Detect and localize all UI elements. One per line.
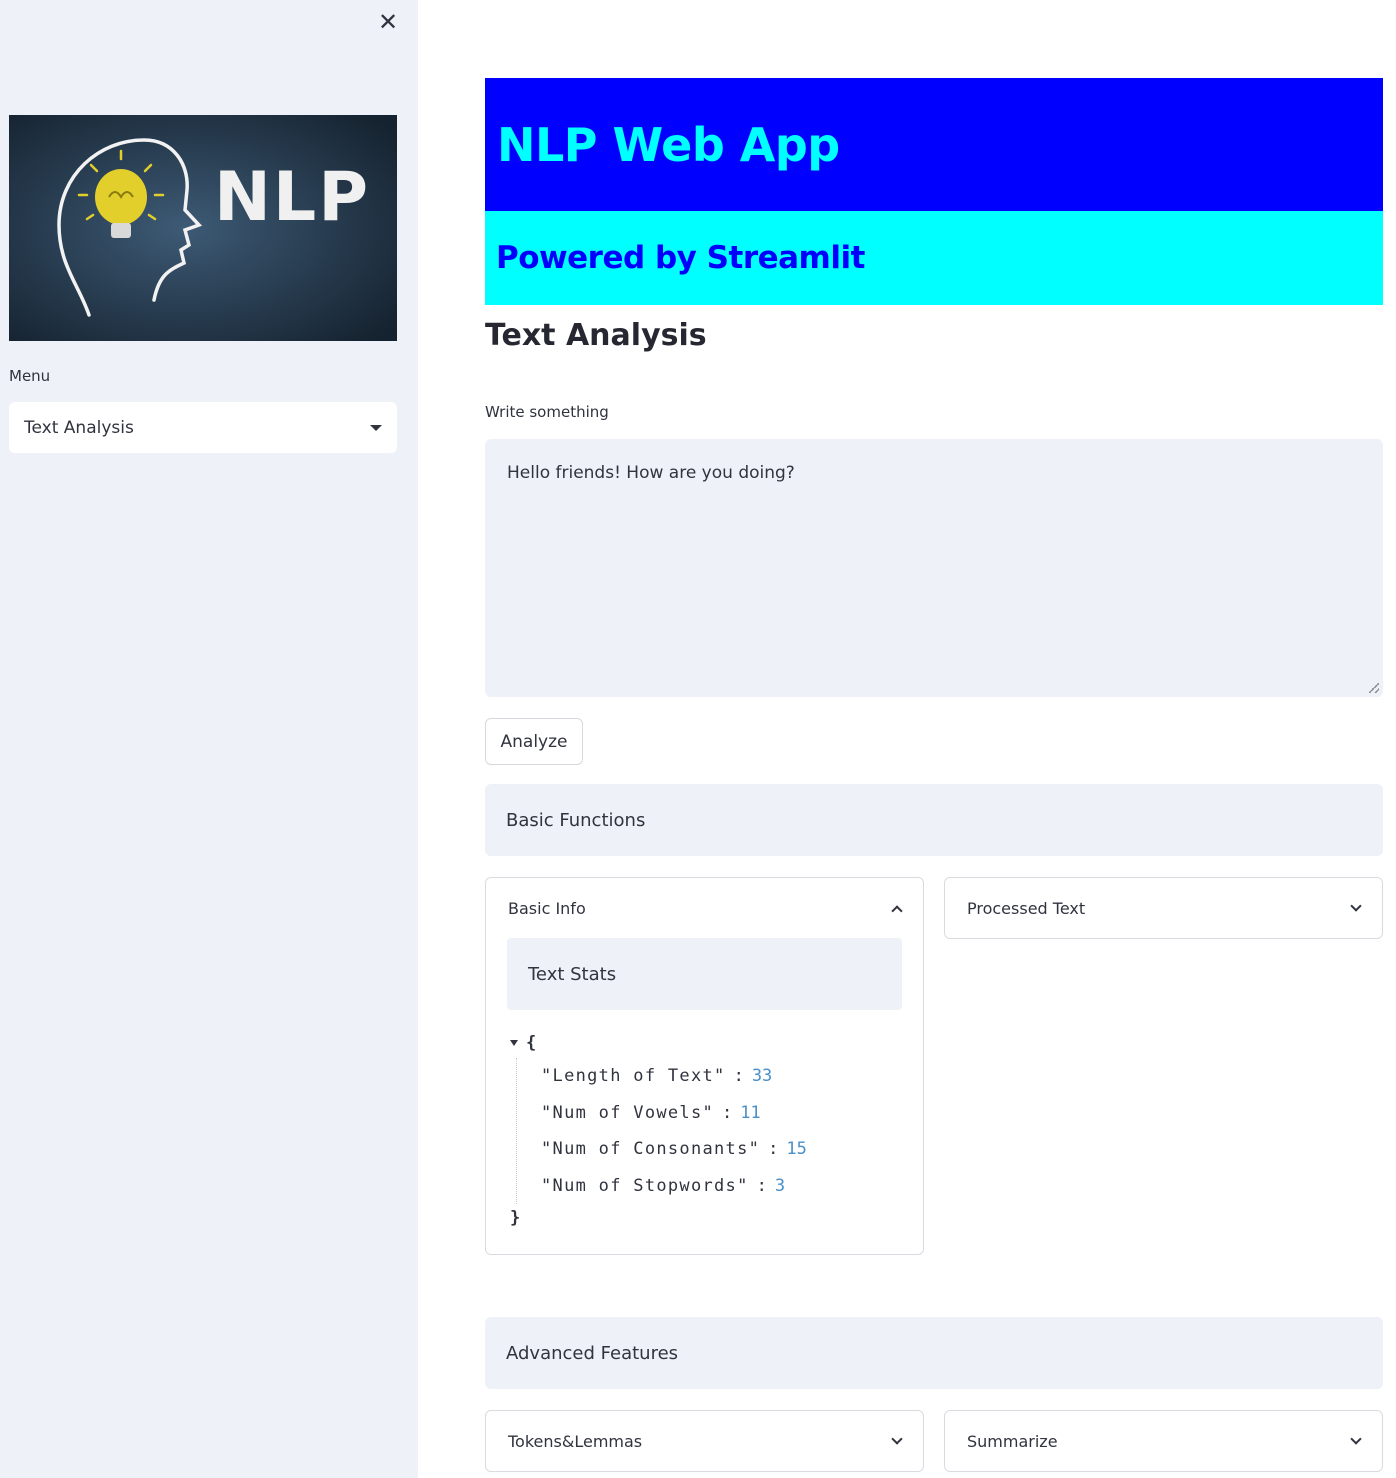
close-icon[interactable]: ✕ [376, 10, 400, 34]
tokens-lemmas-toggle[interactable]: Tokens&Lemmas [486, 1411, 923, 1471]
json-value: 3 [774, 1176, 786, 1197]
menu-select[interactable]: Text Analysis [9, 402, 397, 453]
chevron-down-icon [891, 1432, 903, 1445]
text-input-value: Hello friends! How are you doing? [507, 463, 795, 483]
text-stats-header: Text Stats [507, 938, 902, 1010]
resize-handle-icon[interactable] [1369, 683, 1379, 693]
app-title: NLP Web App [497, 117, 840, 172]
main-content: NLP Web App Powered by Streamlit Text An… [418, 0, 1396, 1478]
json-value: 11 [740, 1102, 761, 1123]
sidebar: ✕ NLP Menu Text Analysis [0, 0, 418, 1478]
text-input-area[interactable]: Hello friends! How are you doing? [485, 439, 1383, 697]
json-value: 33 [751, 1066, 773, 1087]
tokens-lemmas-expander: Tokens&Lemmas [485, 1410, 924, 1472]
input-label: Write something [485, 403, 609, 421]
processed-text-toggle[interactable]: Processed Text [945, 878, 1382, 938]
basic-info-toggle[interactable]: Basic Info [486, 878, 923, 938]
menu-selected-value: Text Analysis [24, 417, 134, 438]
collapse-triangle-icon[interactable] [510, 1040, 518, 1046]
summarize-label: Summarize [967, 1431, 1058, 1451]
subtitle-banner: Powered by Streamlit [485, 211, 1383, 305]
advanced-features-header: Advanced Features [485, 1317, 1383, 1389]
json-key: "Num of Consonants" [541, 1139, 761, 1160]
page-title: Text Analysis [485, 318, 707, 353]
app-subtitle: Powered by Streamlit [496, 240, 865, 276]
chevron-down-icon [1350, 1432, 1362, 1445]
json-viewer: { "Length of Text" : 33 "Num of Vowels" … [486, 1010, 923, 1232]
basic-info-label: Basic Info [508, 898, 586, 918]
basic-info-expander: Basic Info Text Stats { "Length of Text"… [485, 877, 924, 1255]
nlp-logo-graphic: NLP [9, 115, 397, 341]
summarize-toggle[interactable]: Summarize [945, 1411, 1382, 1471]
json-row: "Num of Consonants" : 15 [541, 1139, 807, 1160]
menu-label: Menu [9, 367, 51, 385]
chevron-up-icon [891, 904, 903, 917]
caret-down-icon [370, 424, 382, 431]
json-key: "Num of Stopwords" [541, 1176, 749, 1197]
json-close-brace: } [510, 1208, 521, 1229]
analyze-button[interactable]: Analyze [485, 718, 583, 765]
basic-functions-header: Basic Functions [485, 784, 1383, 856]
json-row: "Length of Text" : 33 [541, 1066, 773, 1087]
json-row: "Num of Stopwords" : 3 [541, 1176, 786, 1197]
processed-text-label: Processed Text [967, 898, 1086, 918]
nlp-logo-image: NLP [9, 115, 397, 341]
tokens-lemmas-label: Tokens&Lemmas [508, 1431, 643, 1451]
summarize-expander: Summarize [944, 1410, 1383, 1472]
chevron-down-icon [1350, 899, 1362, 912]
json-rows: "Length of Text" : 33 "Num of Vowels" : … [516, 1058, 923, 1205]
processed-text-expander: Processed Text [944, 877, 1383, 939]
json-key: "Length of Text" [541, 1066, 726, 1087]
svg-text:NLP: NLP [214, 158, 370, 237]
json-key: "Num of Vowels" [541, 1102, 715, 1123]
json-open-brace: { [526, 1033, 537, 1053]
title-banner: NLP Web App [485, 78, 1383, 211]
json-row: "Num of Vowels" : 11 [541, 1102, 761, 1123]
json-value: 15 [786, 1139, 807, 1160]
